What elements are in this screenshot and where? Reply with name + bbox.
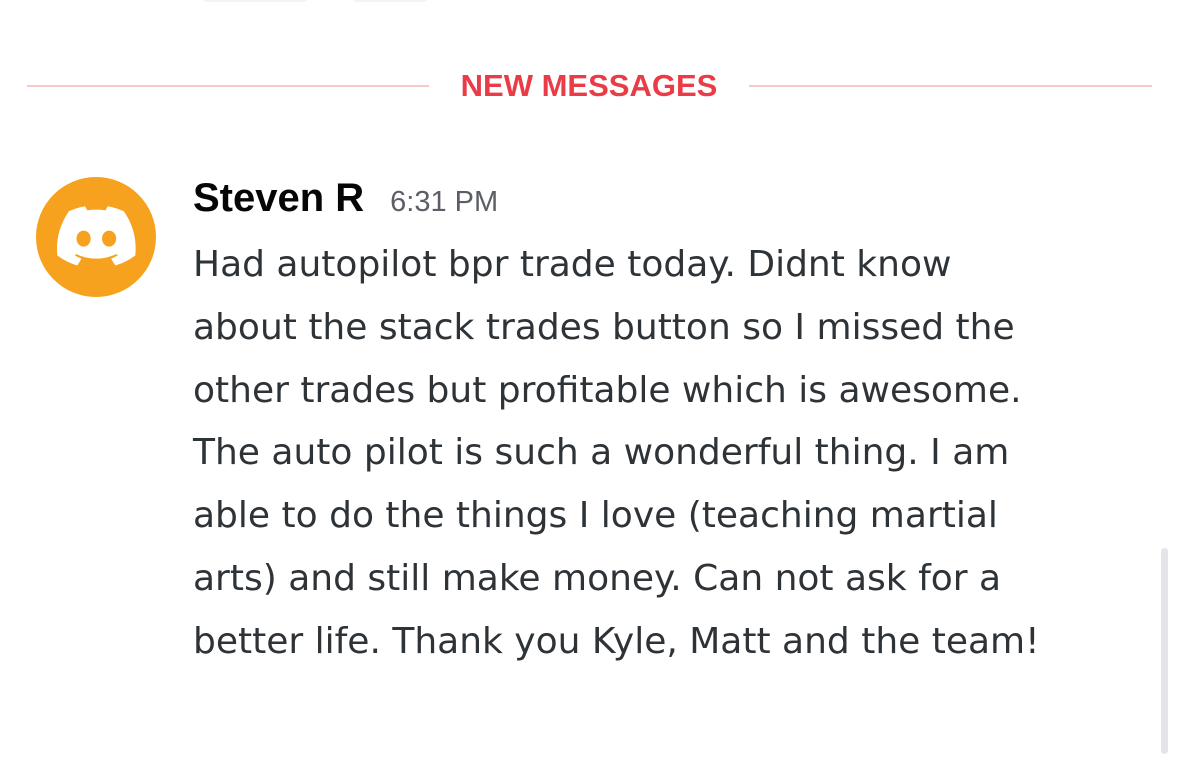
new-messages-divider: NEW MESSAGES	[27, 68, 1152, 104]
divider-line	[27, 85, 429, 87]
previous-message-reaction[interactable]	[350, 0, 430, 2]
discord-logo-icon	[56, 206, 136, 266]
message-header: Steven R 6:31 PM	[193, 176, 498, 226]
message-item[interactable]: Steven R 6:31 PM Had autopilot bpr trade…	[0, 170, 1179, 690]
scrollbar[interactable]	[1161, 548, 1168, 754]
divider-line	[749, 85, 1152, 87]
timestamp: 6:31 PM	[390, 186, 499, 218]
previous-message-reaction[interactable]	[200, 0, 310, 2]
message-content: Had autopilot bpr trade today. Didnt kno…	[193, 244, 1040, 662]
avatar[interactable]	[36, 177, 156, 297]
username[interactable]: Steven R	[193, 176, 364, 221]
chat-view: NEW MESSAGES Steven R 6:31 PM Had autopi…	[0, 0, 1179, 764]
new-messages-label: NEW MESSAGES	[460, 68, 718, 103]
